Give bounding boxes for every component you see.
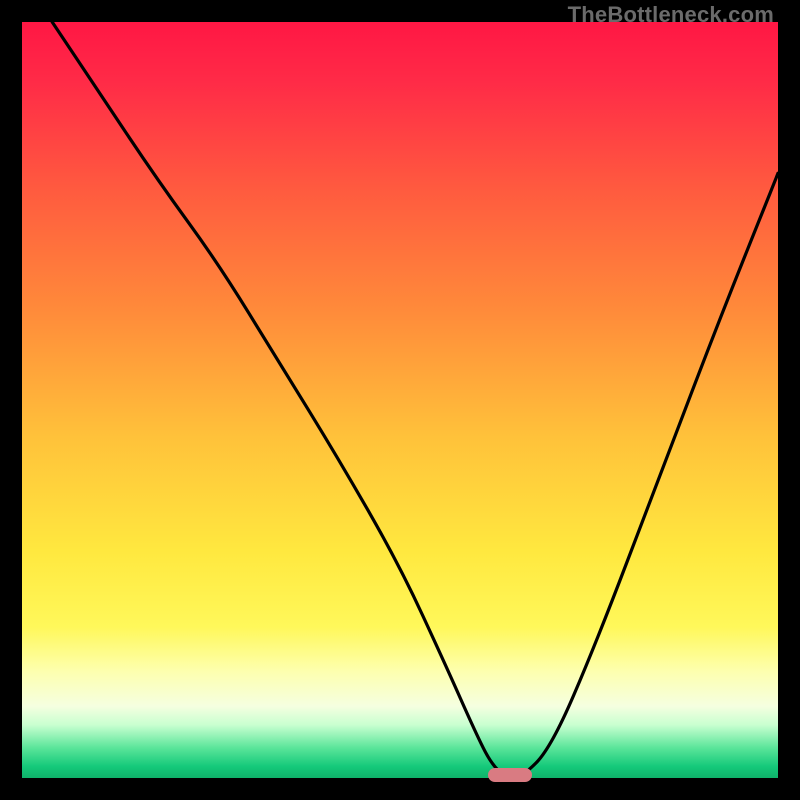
chart-frame bbox=[22, 22, 778, 778]
chart-plot bbox=[22, 22, 778, 778]
optimum-marker bbox=[488, 768, 532, 782]
chart-background-gradient bbox=[22, 22, 778, 778]
watermark-text: TheBottleneck.com bbox=[568, 2, 774, 28]
